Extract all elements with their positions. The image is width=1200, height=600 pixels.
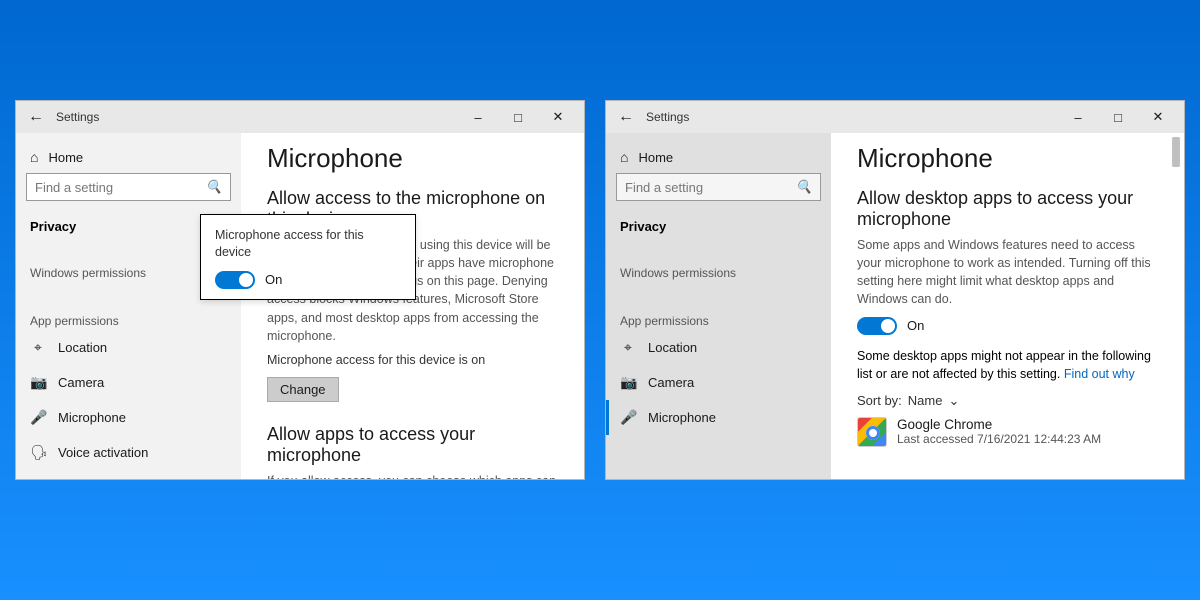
- section-allow-desktop-apps: Allow desktop apps to access your microp…: [857, 188, 1158, 230]
- app-list-item[interactable]: Google Chrome Last accessed 7/16/2021 12…: [857, 417, 1158, 447]
- app-last-accessed: Last accessed 7/16/2021 12:44:23 AM: [897, 432, 1101, 446]
- toggle-switch-on[interactable]: [857, 317, 897, 335]
- camera-icon: 📷: [30, 374, 46, 391]
- popup-title: Microphone access for this device: [215, 227, 401, 261]
- camera-icon: 📷: [620, 374, 636, 391]
- minimize-button[interactable]: –: [1058, 110, 1098, 125]
- change-popup: Microphone access for this device On: [200, 214, 416, 300]
- toggle-label: On: [907, 318, 924, 333]
- app-name: Google Chrome: [897, 417, 1101, 432]
- sort-value: Name: [908, 393, 943, 408]
- sidebar: ⌂ Home Find a setting 🔍 Privacy Windows …: [16, 133, 241, 479]
- device-status-text: Microphone access for this device is on: [267, 353, 558, 367]
- change-button[interactable]: Change: [267, 377, 339, 402]
- home-link[interactable]: ⌂ Home: [16, 141, 241, 173]
- back-button[interactable]: ←: [612, 108, 640, 126]
- settings-window-right: ← Settings – □ ✕ ⌂ Home Find a setting 🔍…: [605, 100, 1185, 480]
- window-title: Settings: [56, 110, 99, 124]
- sidebar-item-microphone[interactable]: 🎤 Microphone: [16, 400, 241, 435]
- home-link[interactable]: ⌂ Home: [606, 141, 831, 173]
- search-input[interactable]: Find a setting 🔍: [616, 173, 821, 201]
- popup-toggle-label: On: [265, 272, 282, 287]
- sidebar-item-label: Microphone: [58, 410, 126, 425]
- sidebar-item-location[interactable]: ⌖ Location: [16, 330, 241, 365]
- close-button[interactable]: ✕: [1138, 109, 1178, 125]
- page-title: Microphone: [857, 143, 1158, 174]
- category-header: Privacy: [606, 211, 831, 242]
- group-windows-permissions: Windows permissions: [606, 256, 831, 282]
- sidebar-item-microphone[interactable]: 🎤 Microphone: [606, 400, 831, 435]
- sidebar: ⌂ Home Find a setting 🔍 Privacy Windows …: [606, 133, 831, 479]
- sidebar-item-label: Camera: [648, 375, 694, 390]
- home-label: Home: [638, 150, 673, 165]
- search-placeholder: Find a setting: [625, 180, 796, 195]
- home-label: Home: [48, 150, 83, 165]
- search-input[interactable]: Find a setting 🔍: [26, 173, 231, 201]
- titlebar: ← Settings – □ ✕: [16, 101, 584, 133]
- window-title: Settings: [646, 110, 689, 124]
- chrome-icon: [857, 417, 887, 447]
- note-text: Some desktop apps might not appear in th…: [857, 347, 1158, 383]
- close-button[interactable]: ✕: [538, 109, 578, 125]
- sidebar-item-camera[interactable]: 📷 Camera: [16, 365, 241, 400]
- sidebar-item-location[interactable]: ⌖ Location: [606, 330, 831, 365]
- titlebar: ← Settings – □ ✕: [606, 101, 1184, 133]
- sidebar-item-label: Camera: [58, 375, 104, 390]
- sidebar-item-label: Location: [648, 340, 697, 355]
- home-icon: ⌂: [620, 149, 628, 165]
- section-description: Some apps and Windows features need to a…: [857, 236, 1158, 309]
- maximize-button[interactable]: □: [1098, 110, 1138, 125]
- scrollbar[interactable]: [1170, 135, 1182, 477]
- microphone-icon: 🎤: [30, 409, 46, 426]
- popup-toggle[interactable]: [215, 271, 255, 289]
- search-icon: 🔍: [206, 179, 222, 195]
- main-content: Microphone Allow access to the microphon…: [241, 133, 584, 479]
- minimize-button[interactable]: –: [458, 110, 498, 125]
- sidebar-item-label: Microphone: [648, 410, 716, 425]
- chevron-down-icon: ⌄: [948, 393, 959, 409]
- group-app-permissions: App permissions: [16, 304, 241, 330]
- maximize-button[interactable]: □: [498, 110, 538, 125]
- location-icon: ⌖: [30, 339, 46, 356]
- sort-label: Sort by:: [857, 393, 902, 408]
- sidebar-item-camera[interactable]: 📷 Camera: [606, 365, 831, 400]
- main-content: Microphone Allow desktop apps to access …: [831, 133, 1184, 479]
- sort-by-control[interactable]: Sort by: Name ⌄: [857, 393, 1158, 409]
- microphone-icon: 🎤: [620, 409, 636, 426]
- sidebar-item-label: Voice activation: [58, 445, 148, 460]
- section-allow-apps: Allow apps to access your microphone: [267, 424, 558, 466]
- home-icon: ⌂: [30, 149, 38, 165]
- back-button[interactable]: ←: [22, 108, 50, 126]
- page-title: Microphone: [267, 143, 558, 174]
- group-app-permissions: App permissions: [606, 304, 831, 330]
- scrollbar-thumb[interactable]: [1172, 137, 1180, 167]
- search-placeholder: Find a setting: [35, 180, 206, 195]
- voice-icon: 🗣: [30, 444, 46, 461]
- sidebar-item-label: Location: [58, 340, 107, 355]
- find-out-why-link[interactable]: Find out why: [1064, 367, 1135, 381]
- search-icon: 🔍: [796, 179, 812, 195]
- sidebar-item-voice-activation[interactable]: 🗣 Voice activation: [16, 435, 241, 470]
- location-icon: ⌖: [620, 339, 636, 356]
- desktop-apps-toggle[interactable]: On: [857, 317, 1158, 335]
- section-description: If you allow access, you can choose whic…: [267, 472, 558, 479]
